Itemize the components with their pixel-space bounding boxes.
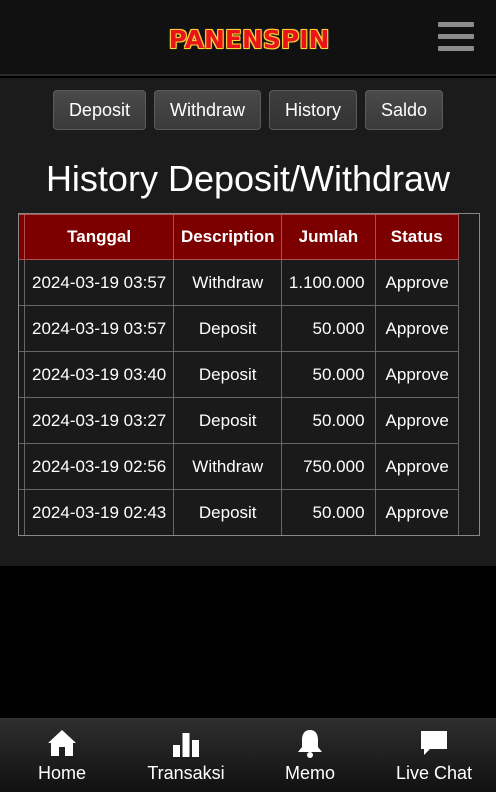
chat-bubble-icon	[421, 731, 447, 755]
home-icon	[48, 730, 76, 756]
transaction-tabs: Deposit Withdraw History Saldo	[0, 90, 496, 130]
cell-no	[19, 397, 26, 444]
table-row: 2024-03-19 03:27 Deposit 50.000 Approve	[19, 397, 460, 444]
column-header-no: o	[19, 214, 26, 260]
table-row: 2024-03-19 02:43 Deposit 50.000 Approve	[19, 489, 460, 535]
cell-status: Approve	[374, 443, 460, 490]
cell-no	[19, 443, 26, 490]
nav-home-label: Home	[37, 763, 86, 783]
cell-jumlah: 750.000	[281, 443, 376, 490]
cell-status: Approve	[374, 351, 460, 398]
nav-transaksi[interactable]: Transaksi	[124, 719, 248, 792]
column-header-tanggal: Tanggal	[24, 214, 175, 260]
tab-deposit[interactable]: Deposit	[52, 90, 146, 130]
cell-no	[19, 351, 26, 398]
cell-status: Approve	[374, 305, 460, 352]
tab-saldo[interactable]: Saldo	[365, 90, 444, 130]
hamburger-icon[interactable]	[438, 22, 476, 52]
nav-transaksi-label: Transaksi	[147, 763, 225, 783]
nav-home[interactable]: Home	[0, 719, 124, 792]
logo-text: PANENSPIN	[168, 24, 330, 54]
cell-tanggal: 2024-03-19 03:40	[24, 351, 175, 398]
tab-withdraw[interactable]: Withdraw	[153, 90, 261, 130]
cell-tanggal: 2024-03-19 02:43	[24, 489, 175, 535]
bottom-navigation: Home Transaksi Memo Live Chat	[0, 718, 496, 792]
nav-memo[interactable]: Memo	[248, 719, 372, 792]
bell-icon	[298, 730, 322, 758]
table-row: 2024-03-19 03:57 Deposit 50.000 Approve	[19, 305, 460, 352]
app-header: PANENSPIN	[0, 0, 496, 76]
cell-description: Withdraw	[173, 259, 283, 306]
cell-jumlah: 50.000	[281, 489, 376, 535]
cell-no	[19, 305, 26, 352]
cell-tanggal: 2024-03-19 03:57	[24, 259, 175, 306]
history-table-container[interactable]: o Tanggal Description Jumlah Status 2024…	[18, 213, 480, 536]
cell-description: Deposit	[173, 397, 283, 444]
page-title: History Deposit/Withdraw	[45, 158, 451, 199]
cell-tanggal: 2024-03-19 03:57	[24, 305, 175, 352]
table-row: 2024-03-19 03:57 Withdraw 1.100.000 Appr…	[19, 259, 460, 306]
column-header-jumlah: Jumlah	[281, 214, 376, 260]
cell-jumlah: 50.000	[281, 305, 376, 352]
cell-tanggal: 2024-03-19 03:27	[24, 397, 175, 444]
cell-status: Approve	[374, 259, 460, 306]
cell-jumlah: 50.000	[281, 351, 376, 398]
cell-description: Withdraw	[173, 443, 283, 490]
column-header-status: Status	[374, 214, 460, 260]
nav-memo-label: Memo	[284, 763, 335, 783]
history-table: o Tanggal Description Jumlah Status 2024…	[19, 214, 460, 535]
cell-jumlah: 1.100.000	[281, 259, 376, 306]
tab-history[interactable]: History	[268, 90, 357, 130]
cell-status: Approve	[374, 489, 460, 535]
cell-description: Deposit	[173, 305, 283, 352]
cell-no	[19, 489, 26, 535]
cell-jumlah: 50.000	[281, 397, 376, 444]
cell-status: Approve	[374, 397, 460, 444]
bar-chart-icon	[173, 733, 199, 757]
column-header-description: Description	[173, 214, 283, 260]
main-content: Deposit Withdraw History Saldo History D…	[0, 78, 496, 566]
cell-description: Deposit	[173, 489, 283, 535]
cell-description: Deposit	[173, 351, 283, 398]
table-row: 2024-03-19 03:40 Deposit 50.000 Approve	[19, 351, 460, 398]
cell-no	[19, 259, 26, 306]
table-header-row: o Tanggal Description Jumlah Status	[19, 214, 460, 260]
nav-live-chat-label: Live Chat	[395, 763, 473, 783]
panenspin-logo[interactable]: PANENSPIN	[158, 20, 340, 58]
table-row: 2024-03-19 02:56 Withdraw 750.000 Approv…	[19, 443, 460, 490]
cell-tanggal: 2024-03-19 02:56	[24, 443, 175, 490]
nav-live-chat[interactable]: Live Chat	[372, 719, 496, 792]
